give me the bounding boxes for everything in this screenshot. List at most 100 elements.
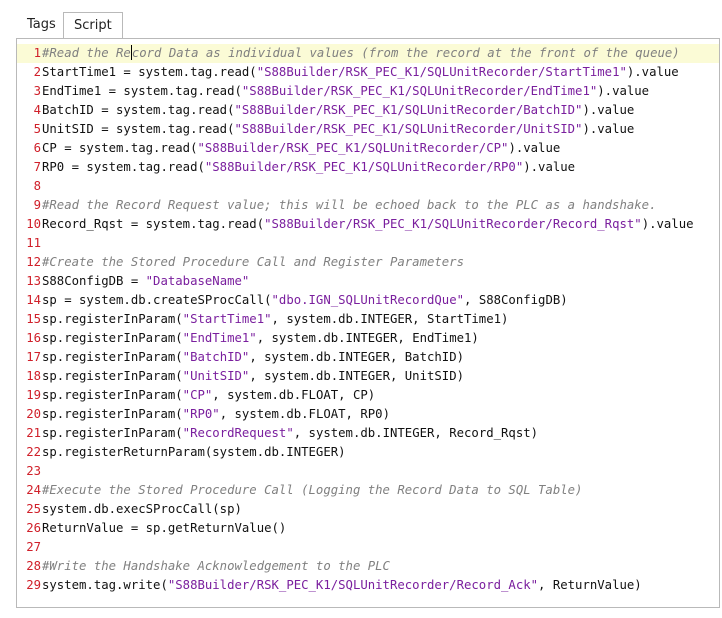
code-text: UnitSID = system.tag.read("S88Builder/RS… xyxy=(41,122,634,136)
code-string: "S88Builder/RSK_PEC_K1/SQLUnitRecorder/R… xyxy=(264,217,642,231)
line-number: 9 xyxy=(33,198,41,212)
code-line[interactable]: 1#Read the Record Data as individual val… xyxy=(17,44,719,63)
code-token: sp.registerReturnParam(system.db.INTEGER… xyxy=(42,445,346,459)
code-token: ).value xyxy=(523,160,576,174)
code-token: ).value xyxy=(626,65,679,79)
line-number: 11 xyxy=(26,236,41,250)
code-token: StartTime1 = system.tag.read( xyxy=(42,65,257,79)
code-line[interactable]: 10Record_Rqst = system.tag.read("S88Buil… xyxy=(17,215,719,234)
line-number: 4 xyxy=(33,103,41,117)
code-line[interactable]: 9#Read the Record Request value; this wi… xyxy=(17,196,719,215)
code-token: sp.registerInParam( xyxy=(42,388,183,402)
code-text: sp.registerInParam("EndTime1", system.db… xyxy=(41,331,479,345)
line-number: 13 xyxy=(26,274,41,288)
code-line[interactable]: 24#Execute the Stored Procedure Call (Lo… xyxy=(17,481,719,500)
code-token: RP0 = system.tag.read( xyxy=(42,160,205,174)
code-text: sp.registerInParam("CP", system.db.FLOAT… xyxy=(41,388,375,402)
code-string: "S88Builder/RSK_PEC_K1/SQLUnitRecorder/R… xyxy=(204,160,524,174)
line-number: 18 xyxy=(26,369,41,383)
code-token: , system.db.FLOAT, RP0) xyxy=(219,407,390,421)
code-token: ).value xyxy=(641,217,694,231)
code-token: , S88ConfigDB) xyxy=(464,293,568,307)
code-string: "RP0" xyxy=(182,407,220,421)
line-number: 23 xyxy=(26,464,41,478)
code-text: S88ConfigDB = "DatabaseName" xyxy=(41,274,249,288)
code-line[interactable]: 29system.tag.write("S88Builder/RSK_PEC_K… xyxy=(17,576,719,595)
line-number: 2 xyxy=(33,65,41,79)
code-comment: #Write the Handshake Acknowledgement to … xyxy=(42,559,390,573)
code-comment: cord Data as individual values (from the… xyxy=(131,46,680,60)
code-line[interactable]: 26ReturnValue = sp.getReturnValue() xyxy=(17,519,719,538)
code-text: StartTime1 = system.tag.read("S88Builder… xyxy=(41,65,679,79)
code-line[interactable]: 8 xyxy=(17,177,719,196)
script-editor[interactable]: 1#Read the Record Data as individual val… xyxy=(16,38,720,608)
code-text: sp.registerInParam("StartTime1", system.… xyxy=(41,312,508,326)
code-token: , ReturnValue) xyxy=(538,578,642,592)
code-string: "S88Builder/RSK_PEC_K1/SQLUnitRecorder/B… xyxy=(234,103,583,117)
line-number: 26 xyxy=(26,521,41,535)
code-area[interactable]: 1#Read the Record Data as individual val… xyxy=(17,44,719,595)
code-line[interactable]: 16sp.registerInParam("EndTime1", system.… xyxy=(17,329,719,348)
code-text: sp.registerInParam("UnitSID", system.db.… xyxy=(41,369,464,383)
code-line[interactable]: 2StartTime1 = system.tag.read("S88Builde… xyxy=(17,63,719,82)
code-token: UnitSID = system.tag.read( xyxy=(42,122,235,136)
code-token: EndTime1 = system.tag.read( xyxy=(42,84,242,98)
code-token: S88ConfigDB = xyxy=(42,274,146,288)
code-line[interactable]: 22sp.registerReturnParam(system.db.INTEG… xyxy=(17,443,719,462)
tab-tags[interactable]: Tags xyxy=(17,12,66,38)
code-line[interactable]: 17sp.registerInParam("BatchID", system.d… xyxy=(17,348,719,367)
code-string: "DatabaseName" xyxy=(145,274,250,288)
code-text: sp.registerInParam("RP0", system.db.FLOA… xyxy=(41,407,390,421)
tab-script[interactable]: Script xyxy=(63,12,123,39)
code-text: #Execute the Stored Procedure Call (Logg… xyxy=(41,483,582,497)
code-line[interactable]: 6CP = system.tag.read("S88Builder/RSK_PE… xyxy=(17,139,719,158)
code-line[interactable]: 5UnitSID = system.tag.read("S88Builder/R… xyxy=(17,120,719,139)
code-line[interactable]: 18sp.registerInParam("UnitSID", system.d… xyxy=(17,367,719,386)
code-line[interactable]: 23 xyxy=(17,462,719,481)
code-line[interactable]: 7RP0 = system.tag.read("S88Builder/RSK_P… xyxy=(17,158,719,177)
code-text: CP = system.tag.read("S88Builder/RSK_PEC… xyxy=(41,141,560,155)
line-number: 15 xyxy=(26,312,41,326)
code-line[interactable]: 25system.db.execSProcCall(sp) xyxy=(17,500,719,519)
code-text: sp.registerInParam("RecordRequest", syst… xyxy=(41,426,538,440)
code-line[interactable]: 21sp.registerInParam("RecordRequest", sy… xyxy=(17,424,719,443)
code-token: sp.registerInParam( xyxy=(42,426,183,440)
code-token: sp.registerInParam( xyxy=(42,407,183,421)
code-line[interactable]: 14sp = system.db.createSProcCall("dbo.IG… xyxy=(17,291,719,310)
line-number: 21 xyxy=(26,426,41,440)
code-text: RP0 = system.tag.read("S88Builder/RSK_PE… xyxy=(41,160,575,174)
code-line[interactable]: 20sp.registerInParam("RP0", system.db.FL… xyxy=(17,405,719,424)
code-text: system.db.execSProcCall(sp) xyxy=(41,502,242,516)
code-line[interactable]: 27 xyxy=(17,538,719,557)
code-line[interactable]: 19sp.registerInParam("CP", system.db.FLO… xyxy=(17,386,719,405)
code-text: BatchID = system.tag.read("S88Builder/RS… xyxy=(41,103,634,117)
code-comment: #Read the Record Request value; this wil… xyxy=(42,198,657,212)
code-token: , system.db.FLOAT, CP) xyxy=(212,388,376,402)
code-line[interactable]: 4BatchID = system.tag.read("S88Builder/R… xyxy=(17,101,719,120)
code-string: "UnitSID" xyxy=(182,369,250,383)
code-line[interactable]: 11 xyxy=(17,234,719,253)
line-number: 25 xyxy=(26,502,41,516)
code-line[interactable]: 13S88ConfigDB = "DatabaseName" xyxy=(17,272,719,291)
code-token: ).value xyxy=(582,103,635,117)
line-number: 20 xyxy=(26,407,41,421)
code-text: sp.registerReturnParam(system.db.INTEGER… xyxy=(41,445,346,459)
line-number: 3 xyxy=(33,84,41,98)
code-token: , system.db.INTEGER, EndTime1) xyxy=(256,331,479,345)
code-string: "CP" xyxy=(182,388,213,402)
code-token: ReturnValue = sp.getReturnValue() xyxy=(42,521,287,535)
code-string: "BatchID" xyxy=(182,350,250,364)
tab-bar: Tags Script xyxy=(0,0,722,39)
code-line[interactable]: 3EndTime1 = system.tag.read("S88Builder/… xyxy=(17,82,719,101)
code-line[interactable]: 15sp.registerInParam("StartTime1", syste… xyxy=(17,310,719,329)
code-token: ).value xyxy=(508,141,561,155)
line-number: 27 xyxy=(26,540,41,554)
code-line[interactable]: 12#Create the Stored Procedure Call and … xyxy=(17,253,719,272)
code-string: "EndTime1" xyxy=(182,331,257,345)
code-string: "S88Builder/RSK_PEC_K1/SQLUnitRecorder/E… xyxy=(241,84,598,98)
code-line[interactable]: 28#Write the Handshake Acknowledgement t… xyxy=(17,557,719,576)
